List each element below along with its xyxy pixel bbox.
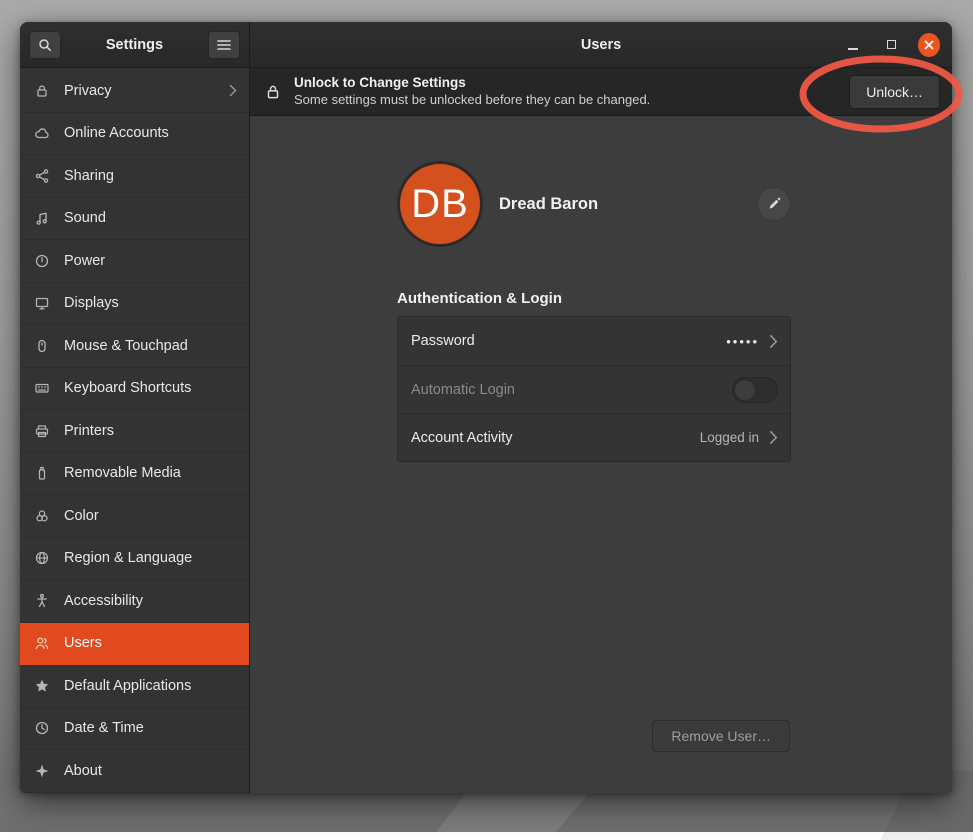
cloud-icon: [34, 125, 50, 141]
sidebar-item-label: Power: [64, 253, 237, 269]
close-icon: [918, 33, 940, 57]
automatic-login-row: Automatic Login: [398, 365, 790, 413]
monitor-icon: [34, 295, 50, 311]
users-panel: Unlock to Change Settings Some settings …: [250, 68, 952, 793]
sidebar-item-label: Sharing: [64, 168, 237, 184]
sidebar: Privacy Online Accounts Sharing Sound Po…: [20, 68, 250, 793]
sidebar-item-printers[interactable]: Printers: [20, 410, 249, 453]
sidebar-item-label: Date & Time: [64, 720, 237, 736]
pencil-icon: [767, 197, 781, 211]
account-activity-row[interactable]: Account Activity Logged in: [398, 413, 790, 461]
section-title: Authentication & Login: [397, 290, 791, 307]
sidebar-item-label: Accessibility: [64, 593, 237, 609]
sidebar-title: Settings: [106, 37, 163, 53]
auth-card: Password ••••• Automatic Login Account A…: [397, 316, 791, 462]
sidebar-item-label: Users: [64, 635, 237, 651]
search-icon: [37, 37, 53, 53]
account-activity-value: Logged in: [700, 430, 759, 445]
sidebar-item-users[interactable]: Users: [20, 623, 249, 666]
user-header: DB Dread Baron: [397, 161, 791, 247]
automatic-login-toggle[interactable]: [732, 377, 778, 403]
menu-button[interactable]: [208, 31, 240, 59]
sidebar-item-label: Mouse & Touchpad: [64, 338, 237, 354]
power-icon: [34, 253, 50, 269]
close-button[interactable]: [918, 34, 940, 56]
sidebar-item-label: Privacy: [64, 83, 215, 99]
banner-title: Unlock to Change Settings: [294, 75, 837, 92]
sidebar-header: Settings: [20, 22, 250, 67]
minimize-button[interactable]: [842, 34, 864, 56]
sidebar-item-displays[interactable]: Displays: [20, 283, 249, 326]
sidebar-item-sound[interactable]: Sound: [20, 198, 249, 241]
printer-icon: [34, 423, 50, 439]
automatic-login-label: Automatic Login: [411, 382, 722, 398]
sidebar-item-label: Sound: [64, 210, 237, 226]
sidebar-item-label: Default Applications: [64, 678, 237, 694]
search-button[interactable]: [29, 31, 61, 59]
sidebar-item-label: Displays: [64, 295, 237, 311]
sparkle-icon: [34, 763, 50, 779]
sidebar-item-mouse-touchpad[interactable]: Mouse & Touchpad: [20, 325, 249, 368]
account-activity-label: Account Activity: [411, 430, 690, 446]
accessibility-icon: [34, 593, 50, 609]
lock-icon: [34, 83, 50, 99]
clock-icon: [34, 720, 50, 736]
password-value: •••••: [726, 334, 759, 349]
chevron-right-icon: [229, 84, 237, 97]
remove-user-button[interactable]: Remove User…: [652, 720, 790, 752]
password-label: Password: [411, 333, 716, 349]
sidebar-item-privacy[interactable]: Privacy: [20, 70, 249, 113]
sidebar-item-label: Keyboard Shortcuts: [64, 380, 237, 396]
hamburger-icon: [217, 39, 231, 51]
sidebar-item-accessibility[interactable]: Accessibility: [20, 580, 249, 623]
maximize-icon: [887, 40, 896, 49]
sidebar-item-online-accounts[interactable]: Online Accounts: [20, 113, 249, 156]
unlock-button[interactable]: Unlock…: [849, 75, 940, 109]
sidebar-item-region-language[interactable]: Region & Language: [20, 538, 249, 581]
lock-icon: [264, 83, 282, 101]
music-note-icon: [34, 210, 50, 226]
avatar: DB: [397, 161, 483, 247]
sidebar-item-label: Removable Media: [64, 465, 237, 481]
titlebar: Settings Users: [20, 22, 952, 68]
sidebar-item-label: Region & Language: [64, 550, 237, 566]
sidebar-item-label: About: [64, 763, 237, 779]
banner-texts: Unlock to Change Settings Some settings …: [294, 75, 837, 108]
sidebar-item-label: Printers: [64, 423, 237, 439]
main-titlebar: Users: [250, 22, 952, 67]
sidebar-item-label: Online Accounts: [64, 125, 237, 141]
chevron-right-icon: [769, 430, 778, 445]
edit-name-button[interactable]: [757, 187, 791, 221]
window-controls: [842, 34, 940, 56]
settings-window: Settings Users: [20, 22, 952, 793]
star-icon: [34, 678, 50, 694]
sidebar-item-keyboard-shortcuts[interactable]: Keyboard Shortcuts: [20, 368, 249, 411]
sidebar-item-about[interactable]: About: [20, 750, 249, 793]
sidebar-item-label: Color: [64, 508, 237, 524]
chevron-right-icon: [769, 334, 778, 349]
user-name: Dread Baron: [499, 195, 757, 214]
color-circles-icon: [34, 508, 50, 524]
keyboard-icon: [34, 380, 50, 396]
sidebar-item-color[interactable]: Color: [20, 495, 249, 538]
flash-drive-icon: [34, 465, 50, 481]
sidebar-item-removable-media[interactable]: Removable Media: [20, 453, 249, 496]
toggle-knob: [734, 379, 756, 401]
users-icon: [34, 635, 50, 651]
unlock-banner: Unlock to Change Settings Some settings …: [250, 68, 952, 116]
mouse-icon: [34, 338, 50, 354]
sidebar-item-power[interactable]: Power: [20, 240, 249, 283]
globe-icon: [34, 550, 50, 566]
content-area: DB Dread Baron Authentication & Login Pa…: [250, 116, 952, 793]
share-icon: [34, 168, 50, 184]
minimize-icon: [848, 48, 858, 50]
maximize-button[interactable]: [880, 34, 902, 56]
password-row[interactable]: Password •••••: [398, 317, 790, 365]
banner-subtitle: Some settings must be unlocked before th…: [294, 92, 837, 108]
sidebar-item-default-applications[interactable]: Default Applications: [20, 665, 249, 708]
sidebar-item-sharing[interactable]: Sharing: [20, 155, 249, 198]
sidebar-item-date-time[interactable]: Date & Time: [20, 708, 249, 751]
